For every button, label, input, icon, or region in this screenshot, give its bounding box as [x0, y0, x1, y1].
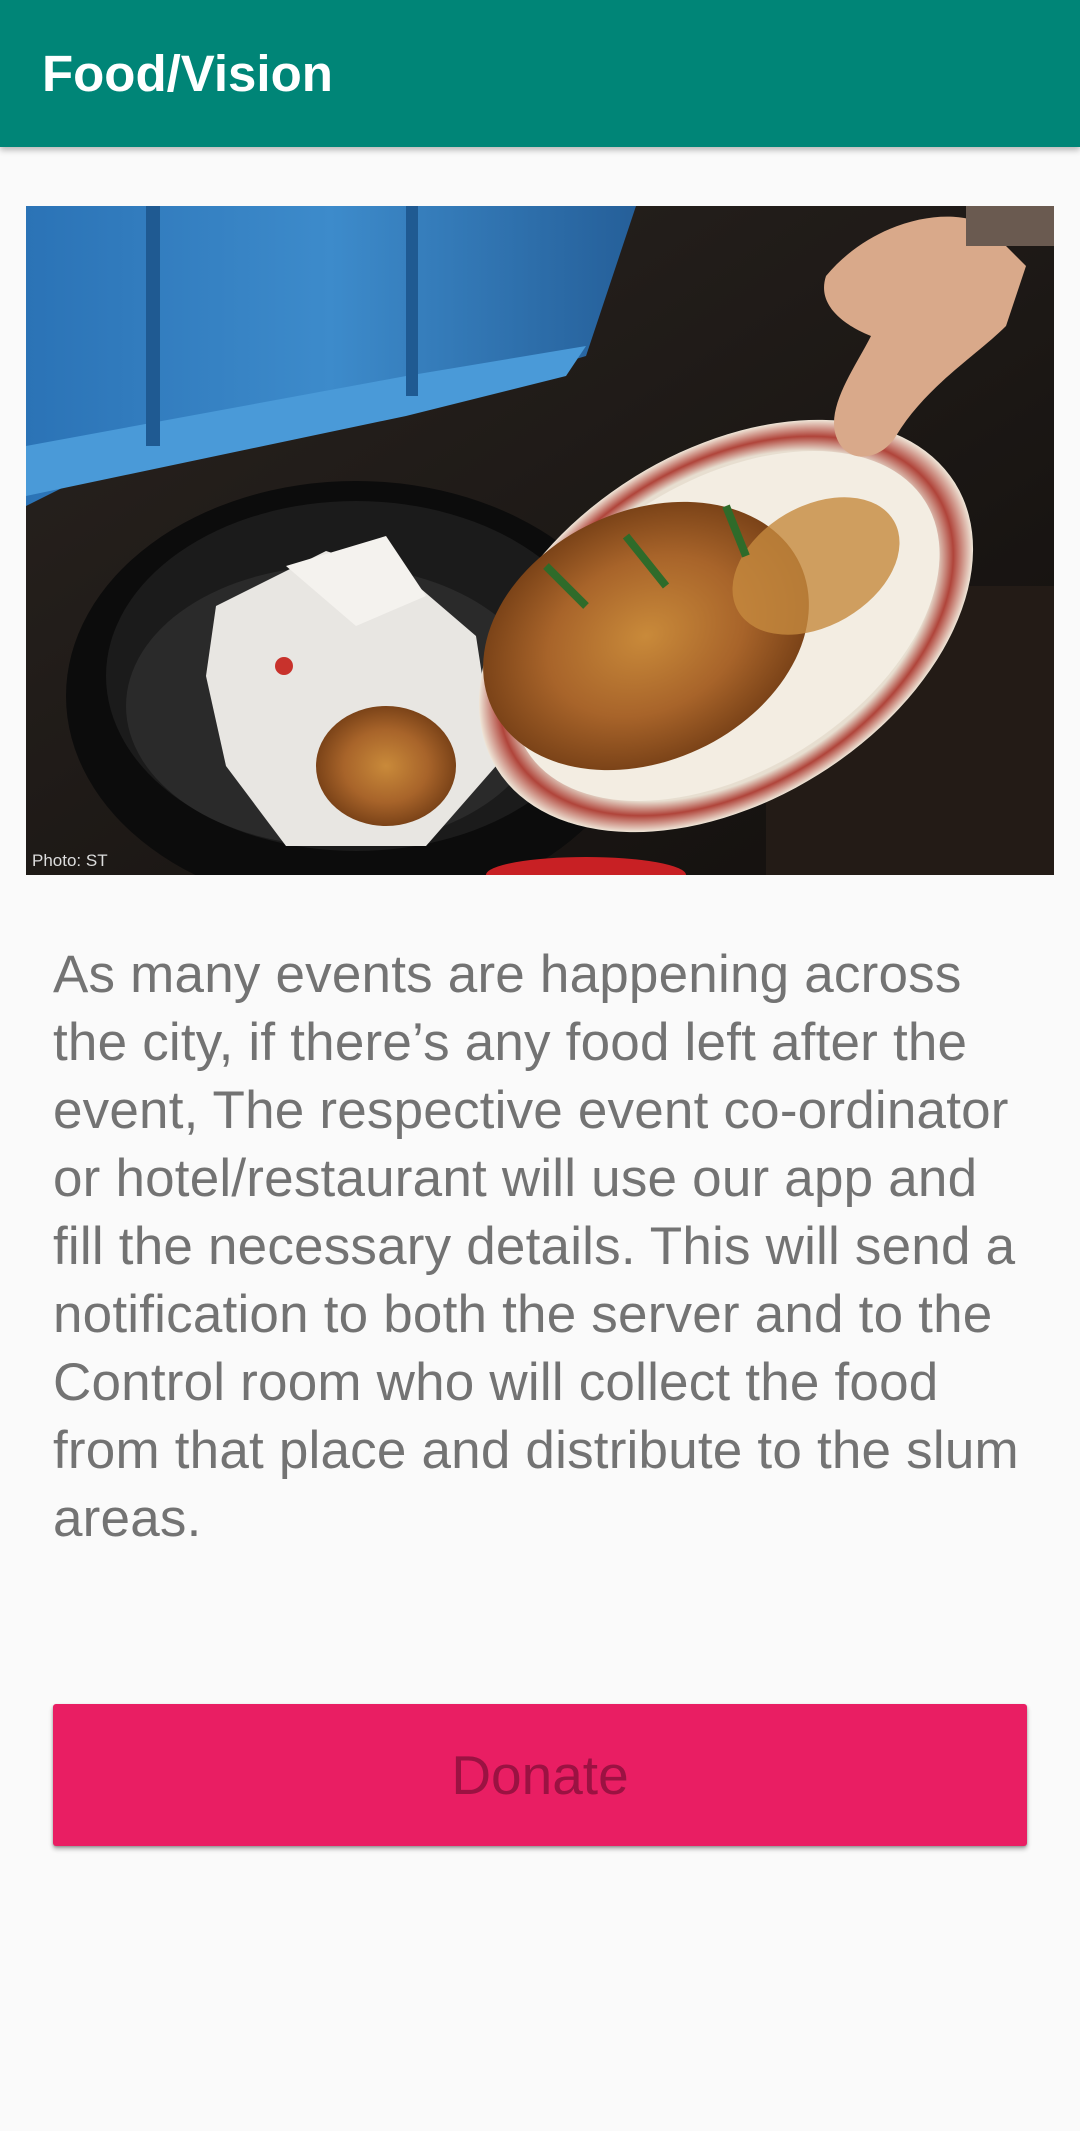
donate-button[interactable]: Donate	[53, 1704, 1027, 1846]
photo-credit: Photo: ST	[32, 851, 108, 870]
main-content: Photo: ST As many events are happening a…	[0, 147, 1080, 2131]
app-title: Food/Vision	[42, 45, 333, 102]
food-waste-illustration: Photo: ST	[26, 206, 1054, 875]
description-text: As many events are happening across the …	[53, 945, 1019, 1548]
app-bar: Food/Vision	[0, 0, 1080, 147]
food-waste-image: Photo: ST	[26, 206, 1054, 875]
